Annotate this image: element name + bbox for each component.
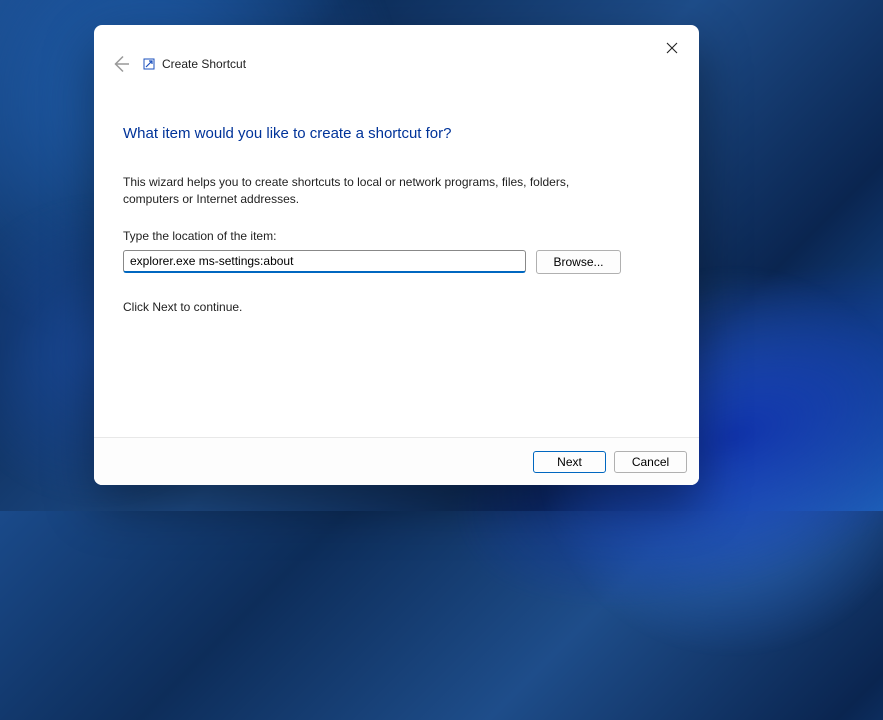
dialog-footer: Next Cancel (94, 437, 699, 485)
cancel-button[interactable]: Cancel (614, 451, 687, 473)
location-row: Browse... (123, 250, 670, 274)
close-icon (666, 42, 678, 54)
window-title: Create Shortcut (162, 57, 246, 71)
close-button[interactable] (657, 33, 687, 63)
back-arrow-icon (108, 52, 132, 76)
browse-button[interactable]: Browse... (536, 250, 621, 274)
next-button[interactable]: Next (533, 451, 606, 473)
shortcut-icon (142, 57, 156, 71)
location-label: Type the location of the item: (123, 229, 670, 243)
location-input[interactable] (123, 250, 526, 273)
dialog-content: What item would you like to create a sho… (94, 77, 699, 437)
page-heading: What item would you like to create a sho… (123, 125, 670, 142)
description-text: This wizard helps you to create shortcut… (123, 174, 603, 209)
continue-hint: Click Next to continue. (123, 300, 670, 314)
create-shortcut-dialog: Create Shortcut What item would you like… (94, 25, 699, 485)
titlebar: Create Shortcut (94, 25, 699, 77)
